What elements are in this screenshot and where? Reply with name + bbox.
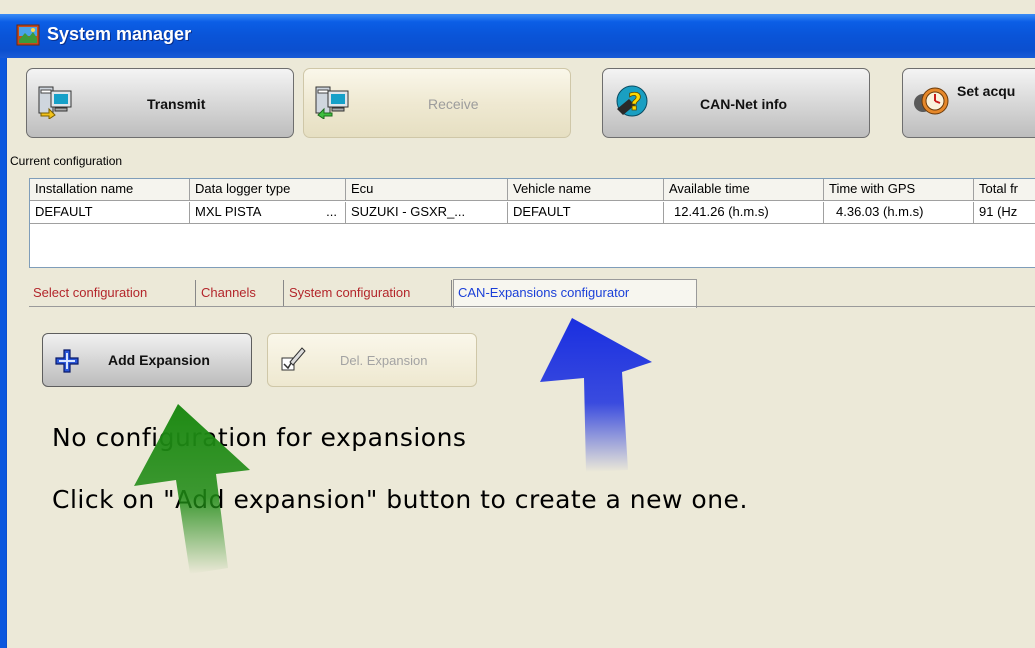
transmit-label: Transmit [147, 96, 206, 112]
can-net-info-button[interactable]: ? CAN-Net info [602, 68, 870, 138]
table-cell: MXL PISTA [195, 204, 262, 219]
set-acquisition-label: Set acqu [957, 83, 1016, 99]
tab-system-configuration[interactable]: System configuration [285, 280, 452, 306]
column-header[interactable]: Available time [664, 179, 824, 201]
column-header[interactable]: Ecu [346, 179, 508, 201]
add-expansion-hint-message: Click on "Add expansion" button to creat… [52, 485, 748, 514]
data-logger-cell: MXL PISTA ... [190, 202, 346, 224]
tab-select-configuration[interactable]: Select configuration [29, 280, 196, 306]
plus-cross-icon [55, 349, 79, 373]
transmit-computer-icon [38, 86, 72, 119]
cell-ellipsis-button[interactable]: ... [326, 204, 337, 219]
question-help-icon: ? [616, 85, 648, 117]
column-header[interactable]: Time with GPS [824, 179, 974, 201]
edit-checkbox-icon [281, 347, 306, 371]
table-cell: DEFAULT [508, 202, 664, 224]
receive-label: Receive [428, 96, 479, 112]
window-title: System manager [47, 24, 192, 44]
can-expansions-panel: Add Expansion Del. Expansion No configur… [29, 306, 1035, 648]
tab-can-expansions-configurator[interactable]: CAN-Expansions configurator [453, 279, 697, 308]
system-manager-window: System manager Transmit Receive ? CAN-Ne… [0, 0, 1035, 648]
column-header[interactable]: Vehicle name [508, 179, 664, 201]
svg-text:?: ? [628, 88, 642, 116]
table-cell: DEFAULT [30, 202, 190, 224]
column-header[interactable]: Installation name [30, 179, 190, 201]
table-cell: 91 (Hz [974, 202, 1035, 224]
delete-expansion-button[interactable]: Del. Expansion [267, 333, 477, 387]
add-expansion-button[interactable]: Add Expansion [42, 333, 252, 387]
table-cell: 4.36.03 (h.m.s) [824, 202, 974, 224]
receive-button[interactable]: Receive [303, 68, 571, 138]
can-net-info-label: CAN-Net info [700, 96, 788, 112]
set-acquisition-button[interactable]: Set acqu [902, 68, 1035, 138]
transmit-button[interactable]: Transmit [26, 68, 294, 138]
column-header[interactable]: Data logger type [190, 179, 346, 201]
app-icon [16, 24, 40, 46]
add-expansion-label: Add Expansion [108, 352, 210, 368]
tab-channels[interactable]: Channels [197, 280, 284, 306]
table-header: Installation name Data logger type Ecu V… [30, 179, 1035, 201]
table-cell: 12.41.26 (h.m.s) [664, 202, 824, 224]
configuration-table: Installation name Data logger type Ecu V… [29, 178, 1035, 268]
table-cell: SUZUKI - GSXR_... [346, 202, 508, 224]
delete-expansion-label: Del. Expansion [340, 353, 428, 368]
no-configuration-message: No configuration for expansions [52, 423, 467, 452]
column-header[interactable]: Total fr [974, 179, 1035, 201]
receive-computer-icon [315, 86, 349, 119]
alarm-clock-icon [914, 87, 949, 115]
client-area: Transmit Receive ? CAN-Net info Set acqu… [0, 58, 1035, 648]
title-bar[interactable]: System manager [0, 14, 1035, 58]
current-configuration-label: Current configuration [10, 154, 123, 168]
table-row[interactable]: DEFAULT MXL PISTA ... SUZUKI - GSXR_... … [30, 202, 1035, 224]
